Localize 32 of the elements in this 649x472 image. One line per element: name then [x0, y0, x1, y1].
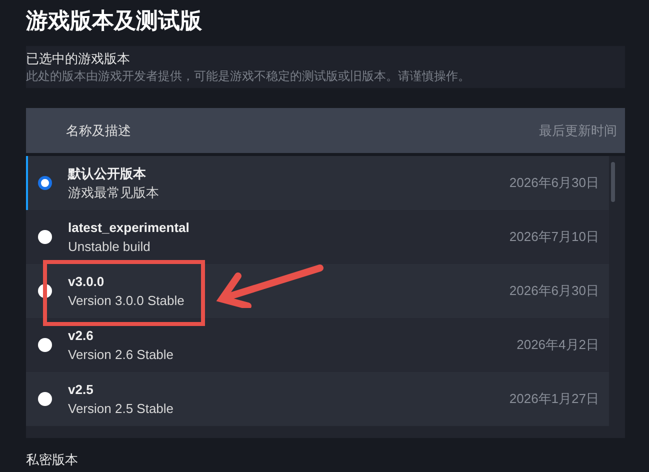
radio-button[interactable] [38, 230, 52, 244]
update-date: 2026年4月2日 [516, 336, 599, 354]
arrow-icon [214, 262, 326, 308]
version-description: Version 2.5 Stable [68, 400, 174, 418]
radio-button[interactable] [38, 392, 52, 406]
update-date: 2026年6月30日 [509, 174, 599, 192]
version-row[interactable]: v2.6 Version 2.6 Stable 2026年4月2日 [26, 318, 609, 372]
version-row[interactable]: v3.0.0 Version 3.0.0 Stable 2026年6月30日 [26, 264, 609, 318]
update-date: 2026年7月10日 [509, 228, 599, 246]
update-date: 2026年6月30日 [509, 282, 599, 300]
section-heading: 已选中的游戏版本 [26, 50, 130, 68]
version-description: Version 3.0.0 Stable [68, 292, 184, 310]
version-row[interactable]: latest_experimental Unstable build 2026年7月10日 [26, 210, 609, 264]
version-name: v3.0.0 [68, 273, 104, 291]
column-header: 最后更新时间 [539, 122, 617, 140]
version-name: 默认公开版本 [68, 165, 146, 183]
version-name: latest_experimental [68, 219, 190, 237]
version-row[interactable]: 默认公开版本 游戏最常见版本 2026年6月30日 [26, 156, 609, 210]
version-description: Unstable build [68, 238, 150, 256]
version-description: 游戏最常见版本 [68, 184, 159, 202]
version-row[interactable]: v2.5 Version 2.5 Stable 2026年1月27日 [26, 372, 609, 426]
section-heading: 私密版本 [26, 451, 78, 469]
radio-button[interactable] [38, 176, 52, 190]
section-description: 此处的版本由游戏开发者提供，可能是游戏不稳定的测试版或旧版本。请谨慎操作。 [26, 68, 470, 84]
radio-button[interactable] [38, 338, 52, 352]
page-title: 游戏版本及测试版 [26, 7, 203, 35]
column-header: 名称及描述 [66, 122, 131, 140]
version-name: v2.6 [68, 327, 94, 345]
update-date: 2026年1月27日 [509, 390, 599, 408]
version-description: Version 2.6 Stable [68, 346, 174, 364]
version-name: v2.5 [68, 381, 94, 399]
scrollbar[interactable] [611, 162, 615, 202]
